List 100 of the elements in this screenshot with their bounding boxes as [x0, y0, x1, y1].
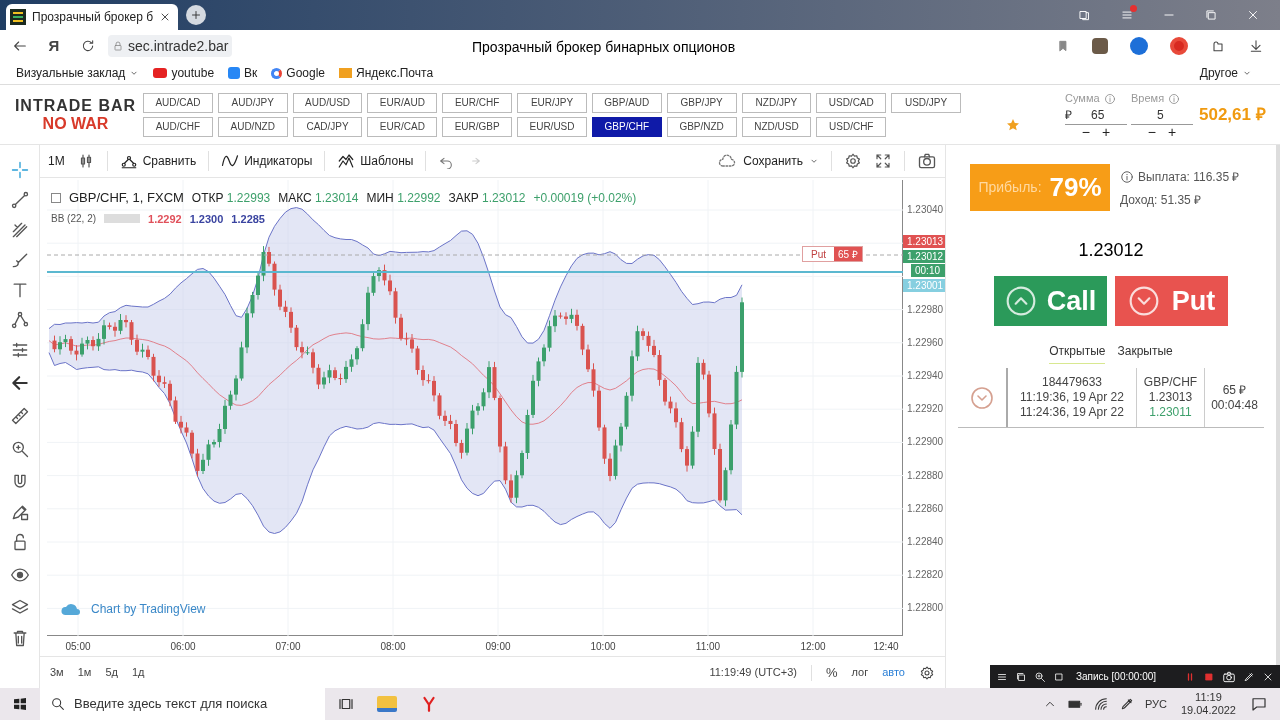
indicators-button[interactable]: Индикаторы — [221, 152, 313, 170]
save-button[interactable]: Сохранить — [717, 151, 819, 171]
windows-start-icon[interactable] — [12, 696, 28, 712]
range-button[interactable]: 3м — [50, 664, 64, 681]
pattern-icon[interactable] — [9, 310, 30, 330]
currency-pair-tab[interactable]: CAD/JPY — [292, 116, 363, 137]
bookmark-item[interactable]: Яндекс.Почта — [339, 64, 434, 82]
trades-tab[interactable]: Закрытые — [1117, 342, 1173, 364]
browser-tab[interactable]: Прозрачный брокер б — [6, 4, 178, 30]
currency-pair-tab[interactable]: EUR/JPY — [517, 92, 587, 113]
templates-button[interactable]: Шаблоны — [337, 152, 414, 170]
menu-button[interactable] — [1120, 8, 1134, 22]
currency-pair-tab[interactable]: EUR/CHF — [442, 92, 513, 113]
scale-toggle[interactable]: авто — [882, 664, 905, 681]
bookmark-item[interactable]: Google — [271, 64, 326, 82]
open-time: 11:19:36, 19 Apr 22 — [1019, 390, 1125, 405]
decrease-button[interactable]: − — [1081, 124, 1090, 139]
taskbar-search-field[interactable]: Введите здесь текст для поиска — [40, 688, 325, 720]
plus-icon — [189, 8, 203, 22]
arrow-left-icon[interactable] — [9, 373, 30, 393]
collections-icon[interactable] — [1078, 8, 1092, 22]
new-tab-button[interactable] — [186, 5, 206, 25]
currency-pair-tab[interactable]: AUD/USD — [292, 92, 363, 113]
download-icon[interactable] — [1248, 38, 1264, 54]
mail-icon — [339, 68, 353, 78]
currency-pair-tab[interactable]: AUD/JPY — [217, 92, 288, 113]
price-axis-label: 1.22960 — [907, 336, 944, 349]
open-price: 1.23013 — [1147, 390, 1194, 405]
currency-pair-tab[interactable]: GBP/JPY — [666, 92, 737, 113]
put-button[interactable]: Put — [1115, 276, 1228, 326]
yandex-button[interactable]: Я — [46, 34, 62, 58]
camera-icon[interactable] — [917, 151, 937, 171]
range-button[interactable]: 1д — [131, 664, 145, 681]
time-axis-label: 11:00 — [695, 640, 721, 654]
currency-pair-tab[interactable]: GBP/CHF — [591, 116, 662, 137]
decrease-button[interactable]: − — [1147, 124, 1156, 139]
range-button[interactable]: 5д — [105, 664, 118, 681]
scale-toggle[interactable]: % — [826, 662, 838, 683]
settings-icon[interactable] — [919, 664, 935, 681]
bookmark-item[interactable]: Визуальные заклад — [16, 64, 140, 82]
region-icon[interactable] — [1034, 670, 1046, 683]
trade-row[interactable]: 184479633 11:19:36, 19 Apr 22 11:24:36, 19 Apr 22 GBP/CHF 1.23013 1.23011 65 ₽ 00:04:48 — [958, 368, 1264, 428]
currency-pair-tab[interactable]: USD/CAD — [816, 92, 887, 113]
google-icon — [271, 67, 283, 79]
field-label: Время — [1131, 91, 1165, 107]
language-indicator[interactable]: РУС — [1144, 695, 1167, 713]
currency-pair-tab[interactable]: GBP/AUD — [591, 92, 662, 113]
folder-icon[interactable] — [377, 696, 397, 712]
reload-icon[interactable] — [80, 38, 96, 54]
time-axis-label: 09:00 — [485, 640, 511, 654]
maximize-icon[interactable] — [1204, 8, 1218, 22]
currency-pair-tab[interactable]: EUR/CAD — [367, 116, 438, 137]
bookmark-item[interactable]: youtube — [153, 64, 215, 82]
amount-field[interactable]: ₽ 65 — [1065, 106, 1127, 125]
currency-pair-tab[interactable]: AUD/CAD — [143, 92, 213, 113]
currency-pair-tab[interactable]: EUR/USD — [517, 116, 587, 137]
extension-icon[interactable] — [1170, 37, 1188, 55]
scale-toggle[interactable]: лог — [851, 664, 869, 681]
other-bookmarks[interactable]: Другое — [1199, 64, 1264, 82]
crop-icon[interactable] — [1053, 670, 1065, 683]
currency-pair-tab[interactable]: NZD/USD — [741, 116, 812, 137]
menu-icon — [1120, 8, 1134, 22]
window-icon[interactable] — [1015, 670, 1027, 683]
wifi-icon[interactable] — [1092, 696, 1109, 712]
time-axis-label: 12:40 — [873, 640, 899, 654]
call-button[interactable]: Call — [994, 276, 1107, 326]
back-icon[interactable] — [12, 38, 28, 54]
currency-pair-tab[interactable]: USD/CHF — [816, 116, 887, 137]
settings-icon[interactable] — [844, 152, 862, 170]
notifications-icon[interactable] — [1250, 695, 1268, 713]
currency-pair-tab[interactable]: NZD/JPY — [741, 92, 812, 113]
trades-tab[interactable]: Открытые — [1049, 342, 1106, 364]
increase-button[interactable]: + — [1102, 124, 1111, 139]
bookmark-item[interactable]: Вк — [228, 64, 258, 82]
currency-pair-tab[interactable]: AUD/NZD — [217, 116, 288, 137]
clock[interactable]: 11:19 19.04.2022 — [1176, 691, 1240, 717]
compare-button[interactable]: Сравнить — [119, 152, 197, 170]
currency-pair-tab[interactable]: EUR/AUD — [367, 92, 438, 113]
extension-icon[interactable] — [1130, 37, 1148, 55]
attribution-link[interactable]: Chart by TradingView — [91, 600, 206, 618]
increase-button[interactable]: + — [1168, 124, 1177, 139]
stop-icon[interactable] — [1203, 670, 1215, 683]
camera-icon[interactable] — [1222, 669, 1236, 684]
trend-line-icon[interactable] — [9, 190, 30, 210]
pen-icon[interactable] — [1243, 670, 1255, 683]
bookmark-icon[interactable] — [1056, 39, 1070, 53]
trade-id: 184479633 — [1040, 375, 1104, 390]
range-button[interactable]: 1м — [77, 664, 92, 681]
info-icon — [1103, 92, 1116, 105]
fullscreen-icon[interactable] — [874, 152, 892, 170]
currency-pair-tab[interactable]: AUD/CHF — [143, 116, 213, 137]
address-field[interactable]: sec.intrade2.bar — [108, 35, 233, 57]
currency-pair-tab[interactable]: EUR/GBP — [442, 116, 513, 137]
currency-pair-tab[interactable]: USD/JPY — [891, 92, 961, 113]
extension-icon[interactable] — [1092, 38, 1108, 54]
collapse-icon[interactable] — [51, 192, 61, 203]
ruler-icon[interactable] — [9, 406, 30, 426]
interval-button[interactable]: 1M — [48, 152, 65, 170]
currency-pair-tab[interactable]: GBP/NZD — [666, 116, 737, 137]
time-field[interactable]: 5 — [1131, 106, 1193, 125]
